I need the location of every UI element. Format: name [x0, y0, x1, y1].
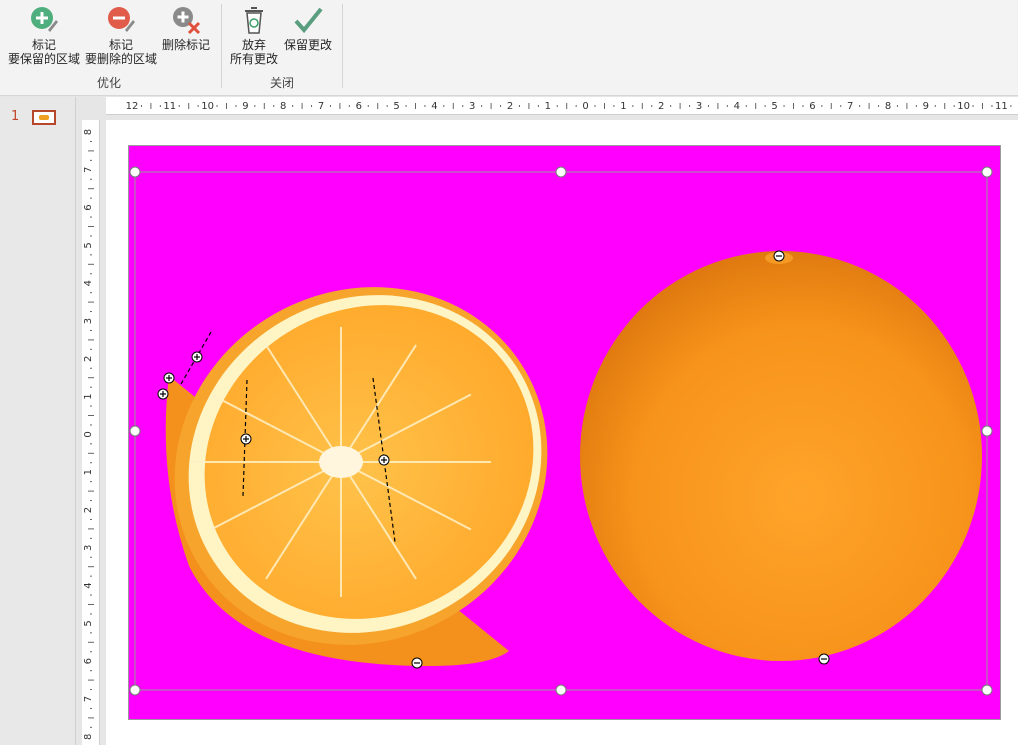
ruler-label: 5 [771, 101, 777, 112]
ruler-label: 4 [83, 280, 94, 286]
remove-mark[interactable] [773, 250, 785, 262]
ribbon: 标记 要保留的区域 标记 要删除的区域 删除标记 优化 放弃 所有更改 保留更改… [0, 0, 1018, 96]
group-separator [342, 4, 343, 88]
ruler-label: 1 [83, 469, 94, 475]
ruler-label: 6 [83, 658, 94, 664]
resize-handle[interactable] [129, 425, 141, 437]
remove-mark[interactable] [411, 657, 423, 669]
delete-mark-button[interactable]: 删除标记 [162, 4, 210, 52]
keep-mark[interactable] [378, 454, 390, 466]
remove-mark[interactable] [818, 653, 830, 665]
ruler-label: 8 [83, 129, 94, 135]
ruler-label: 3 [83, 545, 94, 551]
group-label-optimize: 优化 [97, 76, 122, 90]
ruler-label: 7 [83, 167, 94, 173]
ruler-label: 1 [620, 101, 626, 112]
slide-thumbnail[interactable] [32, 110, 56, 125]
resize-handle[interactable] [555, 166, 567, 178]
checkmark-icon [294, 7, 323, 34]
ruler-label: 2 [507, 101, 513, 112]
vertical-ruler: 8 7 6 5 4 3 2 1 0 1 2 3 4 5 6 7 8 [82, 120, 100, 745]
resize-handle[interactable] [981, 425, 993, 437]
ruler-label: 11 [995, 101, 1008, 112]
delete-mark-label: 删除标记 [162, 38, 211, 52]
resize-handle[interactable] [129, 166, 141, 178]
ruler-label: 2 [83, 356, 94, 362]
mark-keep-button[interactable]: 标记 要保留的区域 [8, 4, 80, 66]
ruler-label: 10 [957, 101, 970, 112]
ruler-label: 2 [83, 507, 94, 513]
ruler-label: 4 [83, 582, 94, 588]
ruler-label: 9 [923, 101, 929, 112]
discard-all-changes-button[interactable]: 放弃 所有更改 [230, 4, 278, 66]
ruler-label: 3 [696, 101, 702, 112]
background-removal-image[interactable] [128, 145, 1001, 720]
ruler-label: 10 [201, 101, 214, 112]
keep-mark[interactable] [191, 351, 203, 363]
mark-remove-line1: 标记 [109, 38, 134, 52]
ruler-label: 5 [393, 101, 399, 112]
ruler-label: 5 [83, 620, 94, 626]
ruler-label: 6 [356, 101, 362, 112]
mark-keep-line2: 要保留的区域 [8, 52, 81, 66]
group-separator [221, 4, 222, 88]
ruler-label: 11 [163, 101, 176, 112]
keep-mark[interactable] [157, 388, 169, 400]
mark-remove-icon [108, 7, 135, 32]
ruler-label: 7 [847, 101, 853, 112]
ruler-label: 8 [83, 734, 94, 740]
ruler-label: 12 [126, 101, 139, 112]
ruler-label: 7 [83, 696, 94, 702]
ruler-label: 0 [83, 431, 94, 437]
ruler-label: 6 [809, 101, 815, 112]
resize-handle[interactable] [555, 684, 567, 696]
keep-changes-label: 保留更改 [284, 38, 333, 52]
ruler-label: 4 [734, 101, 740, 112]
discard-line1: 放弃 [242, 38, 267, 52]
ruler-label: 5 [83, 242, 94, 248]
ruler-label: 9 [242, 101, 248, 112]
keep-mark[interactable] [240, 433, 252, 445]
ruler-label: 7 [318, 101, 324, 112]
discard-line2: 所有更改 [230, 52, 279, 66]
ruler-label: 3 [469, 101, 475, 112]
halved-orange [165, 287, 548, 666]
whole-orange [580, 251, 982, 661]
resize-handle[interactable] [981, 166, 993, 178]
ruler-label: 1 [545, 101, 551, 112]
horizontal-ruler: 12 11 10 9 8 7 6 5 4 3 2 1 0 1 2 3 4 5 6 7 8 9 10 11 [106, 97, 1018, 115]
ruler-label: 8 [280, 101, 286, 112]
delete-mark-icon [173, 7, 201, 35]
mark-keep-line1: 标记 [32, 38, 57, 52]
resize-handle[interactable] [981, 684, 993, 696]
keep-mark[interactable] [163, 372, 175, 384]
mark-remove-line2: 要删除的区域 [85, 52, 158, 66]
ruler-label: 4 [431, 101, 437, 112]
resize-handle[interactable] [129, 684, 141, 696]
slide-thumbnail-pane: 1 [0, 97, 76, 745]
ruler-corner [77, 97, 106, 120]
slide-number: 1 [11, 109, 20, 124]
keep-changes-button[interactable]: 保留更改 [284, 4, 332, 52]
ruler-label: 1 [83, 393, 94, 399]
ruler-label: 8 [885, 101, 891, 112]
ruler-label: 2 [658, 101, 664, 112]
recycle-bin-icon [245, 7, 263, 34]
ruler-label: 6 [83, 204, 94, 210]
orange-photo [129, 166, 993, 696]
ruler-label: 3 [83, 318, 94, 324]
mark-remove-button[interactable]: 标记 要删除的区域 [85, 4, 157, 66]
ruler-label: 0 [582, 101, 588, 112]
group-label-close: 关闭 [270, 76, 295, 90]
mark-keep-icon [31, 7, 58, 32]
